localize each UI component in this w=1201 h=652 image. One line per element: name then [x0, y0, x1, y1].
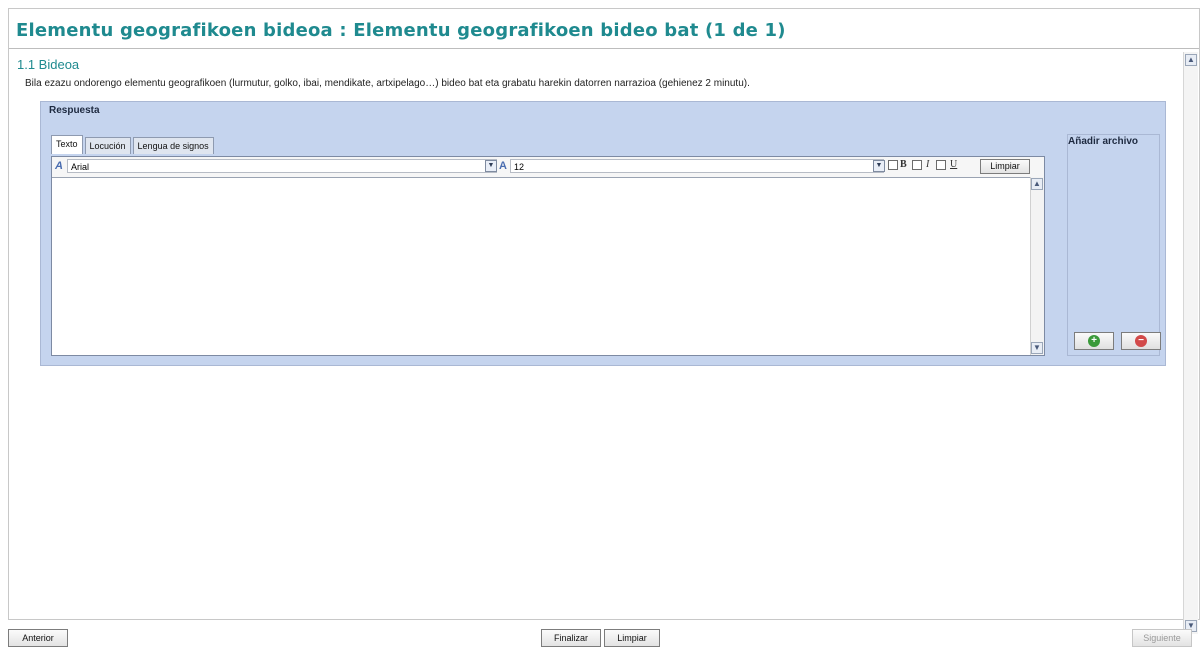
italic-label: I [926, 159, 930, 170]
next-button[interactable]: Siguiente [1132, 629, 1192, 647]
editor-text-area[interactable] [55, 180, 1025, 352]
clear-format-button[interactable]: Limpiar [980, 159, 1030, 174]
editor-toolbar: A Arial ▼ A 12 ▼ B I U Limpiar [52, 157, 1044, 178]
attachments-title: Añadir archivo [1068, 136, 1139, 147]
previous-button[interactable]: Anterior [8, 629, 68, 647]
tab-lengua-de-signos[interactable]: Lengua de signos [132, 137, 214, 154]
clear-button[interactable]: Limpiar [604, 629, 660, 647]
bold-label: B [900, 159, 907, 170]
editor-scroll-down-icon[interactable]: ▼ [1031, 342, 1043, 354]
font-family-select[interactable]: Arial [67, 159, 497, 173]
underline-checkbox[interactable] [936, 160, 946, 170]
tab-texto[interactable]: Texto [51, 135, 83, 154]
answer-label: Respuesta [49, 105, 100, 116]
editor-scrollbar[interactable]: ▲ ▼ [1030, 177, 1044, 355]
tab-locucion[interactable]: Locución [84, 137, 131, 154]
section-heading: 1.1 Bideoa [17, 57, 80, 72]
editor-scroll-up-icon[interactable]: ▲ [1031, 178, 1043, 190]
answer-tabs: Texto Locución Lengua de signos [51, 135, 214, 154]
italic-checkbox[interactable] [912, 160, 922, 170]
answer-panel: Respuesta Texto Locución Lengua de signo… [40, 101, 1166, 366]
title-divider [9, 48, 1199, 49]
remove-file-button[interactable]: − [1121, 332, 1161, 350]
finish-button[interactable]: Finalizar [541, 629, 601, 647]
underline-label: U [950, 159, 958, 170]
text-editor: A Arial ▼ A 12 ▼ B I U Limpiar ▲ ▼ [51, 156, 1045, 356]
instructions-text: Bila ezazu ondorengo elementu geografiko… [25, 78, 750, 89]
add-file-button[interactable]: + [1074, 332, 1114, 350]
plus-icon: + [1088, 335, 1100, 347]
attachments-area [1067, 134, 1160, 356]
page-scrollbar[interactable]: ▲ ▼ [1183, 52, 1198, 634]
size-dropdown-chevron-icon[interactable]: ▼ [873, 160, 885, 172]
font-size-icon: A [499, 160, 507, 172]
bold-checkbox[interactable] [888, 160, 898, 170]
font-icon: A [55, 160, 63, 172]
font-dropdown-chevron-icon[interactable]: ▼ [485, 160, 497, 172]
scroll-up-icon[interactable]: ▲ [1185, 54, 1197, 66]
minus-icon: − [1135, 335, 1147, 347]
font-size-select[interactable]: 12 [510, 159, 884, 173]
page-title: Elementu geografikoen bideoa : Elementu … [16, 20, 786, 41]
